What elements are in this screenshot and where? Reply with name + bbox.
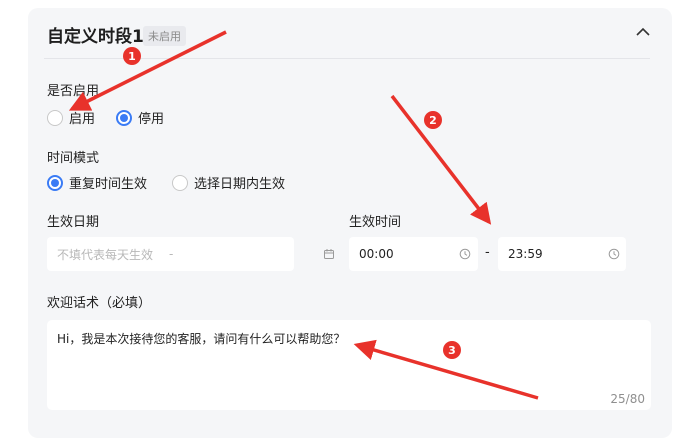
time-separator: - <box>485 245 490 260</box>
radio-circle-selected[interactable] <box>116 109 132 126</box>
date-range-input[interactable]: 不填代表每天生效 - <box>47 237 334 271</box>
greeting-text: Hi，我是本次接待您的客服，请问有什么可以帮助您？ <box>57 332 346 346</box>
radio-circle[interactable] <box>172 174 188 191</box>
start-time-value: 00:00 <box>359 247 394 261</box>
enable-label: 是否启用 <box>47 84 100 99</box>
greeting-textarea[interactable]: Hi，我是本次接待您的客服，请问有什么可以帮助您？ 25/80 <box>47 320 651 410</box>
start-time-input[interactable]: 00:00 <box>349 237 478 271</box>
radio-circle-selected[interactable] <box>47 174 63 191</box>
clock-icon <box>608 248 620 260</box>
status-badge: 未启用 <box>143 26 186 46</box>
annotation-marker-2: 2 <box>424 111 442 129</box>
radio-disable-label: 停用 <box>138 112 165 127</box>
char-counter: 25/80 <box>610 392 645 406</box>
end-time-value: 23:59 <box>508 247 543 261</box>
end-time-input[interactable]: 23:59 <box>498 237 626 271</box>
time-label: 生效时间 <box>349 215 402 230</box>
radio-date-range[interactable]: 选择日期内生效 <box>172 173 285 192</box>
date-separator: - <box>169 247 174 261</box>
greeting-label: 欢迎话术（必填） <box>47 296 152 311</box>
clock-icon <box>459 248 471 260</box>
radio-repeat[interactable]: 重复时间生效 <box>47 173 147 192</box>
calendar-icon[interactable] <box>323 248 335 260</box>
section-title: 自定义时段1 <box>47 27 144 47</box>
date-label: 生效日期 <box>47 215 100 230</box>
mode-label: 时间模式 <box>47 151 100 166</box>
date-placeholder: 不填代表每天生效 <box>57 247 154 262</box>
radio-repeat-label: 重复时间生效 <box>69 177 148 192</box>
radio-enable[interactable]: 启用 <box>47 108 95 127</box>
chevron-up-icon[interactable] <box>635 26 651 38</box>
annotation-marker-3: 3 <box>443 341 461 359</box>
radio-date-range-label: 选择日期内生效 <box>194 177 286 192</box>
annotation-marker-1: 1 <box>123 47 141 65</box>
radio-disable[interactable]: 停用 <box>116 108 164 127</box>
radio-circle[interactable] <box>47 109 63 126</box>
radio-enable-label: 启用 <box>69 112 96 127</box>
